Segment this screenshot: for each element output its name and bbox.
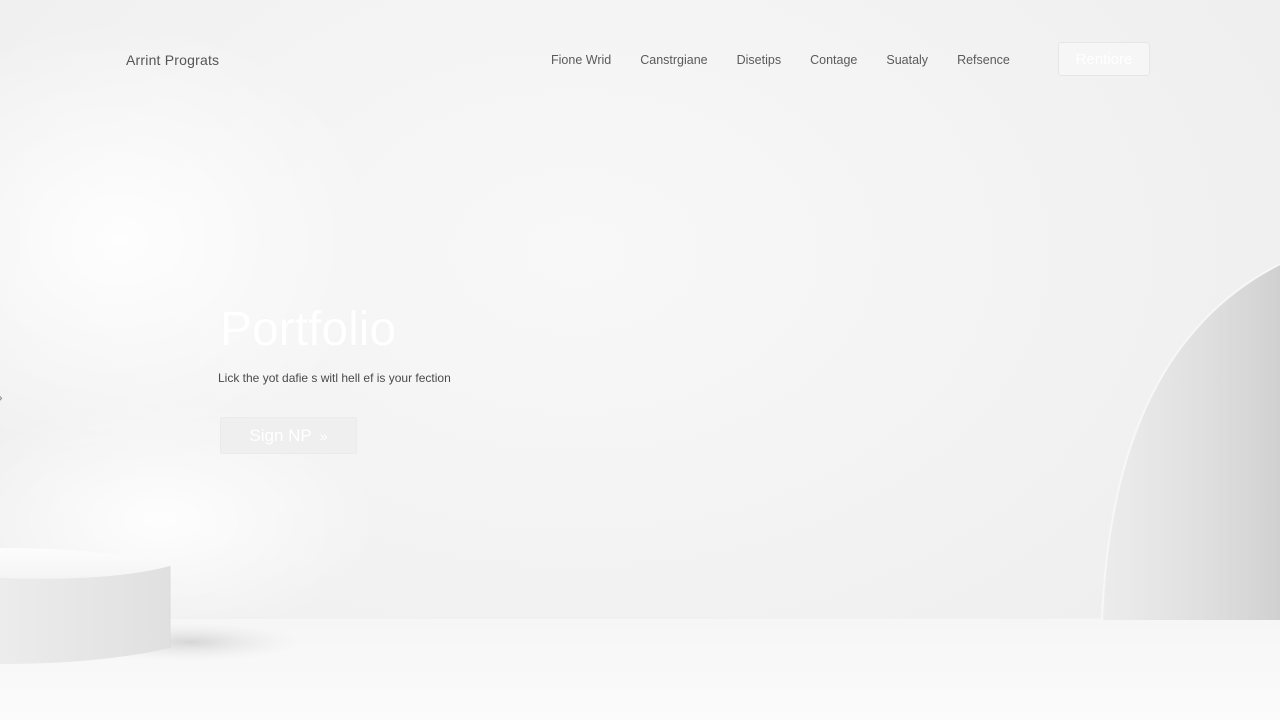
nav-item-contage[interactable]: Contage [810, 53, 857, 67]
nav-item-canstrgiane[interactable]: Canstrgiane [640, 53, 707, 67]
main-nav: Fione Wrid Canstrgiane Disetips Contage … [551, 53, 1010, 67]
nav-item-refsence[interactable]: Refsence [957, 53, 1010, 67]
site-header: Arrint Prograts Fione Wrid Canstrgiane D… [0, 0, 1280, 120]
hero-title: Portfolio [220, 303, 397, 356]
hero-button-label: Sign NP [249, 425, 312, 445]
brand-logo-text[interactable]: Arrint Prograts [126, 52, 219, 68]
nav-item-fione-wrid[interactable]: Fione Wrid [551, 53, 611, 67]
nav-item-suataly[interactable]: Suataly [886, 53, 928, 67]
hero-sign-up-button[interactable]: Sign NP » [220, 417, 357, 454]
hero-subtitle: Lick the yot dafie s witl hell ef is you… [218, 371, 451, 385]
double-chevron-right-icon: » [319, 427, 328, 444]
nav-item-disetips[interactable]: Disetips [737, 53, 781, 67]
header-cta-button[interactable]: Rentiore [1058, 42, 1150, 76]
chevron-right-icon[interactable]: › [0, 389, 3, 405]
